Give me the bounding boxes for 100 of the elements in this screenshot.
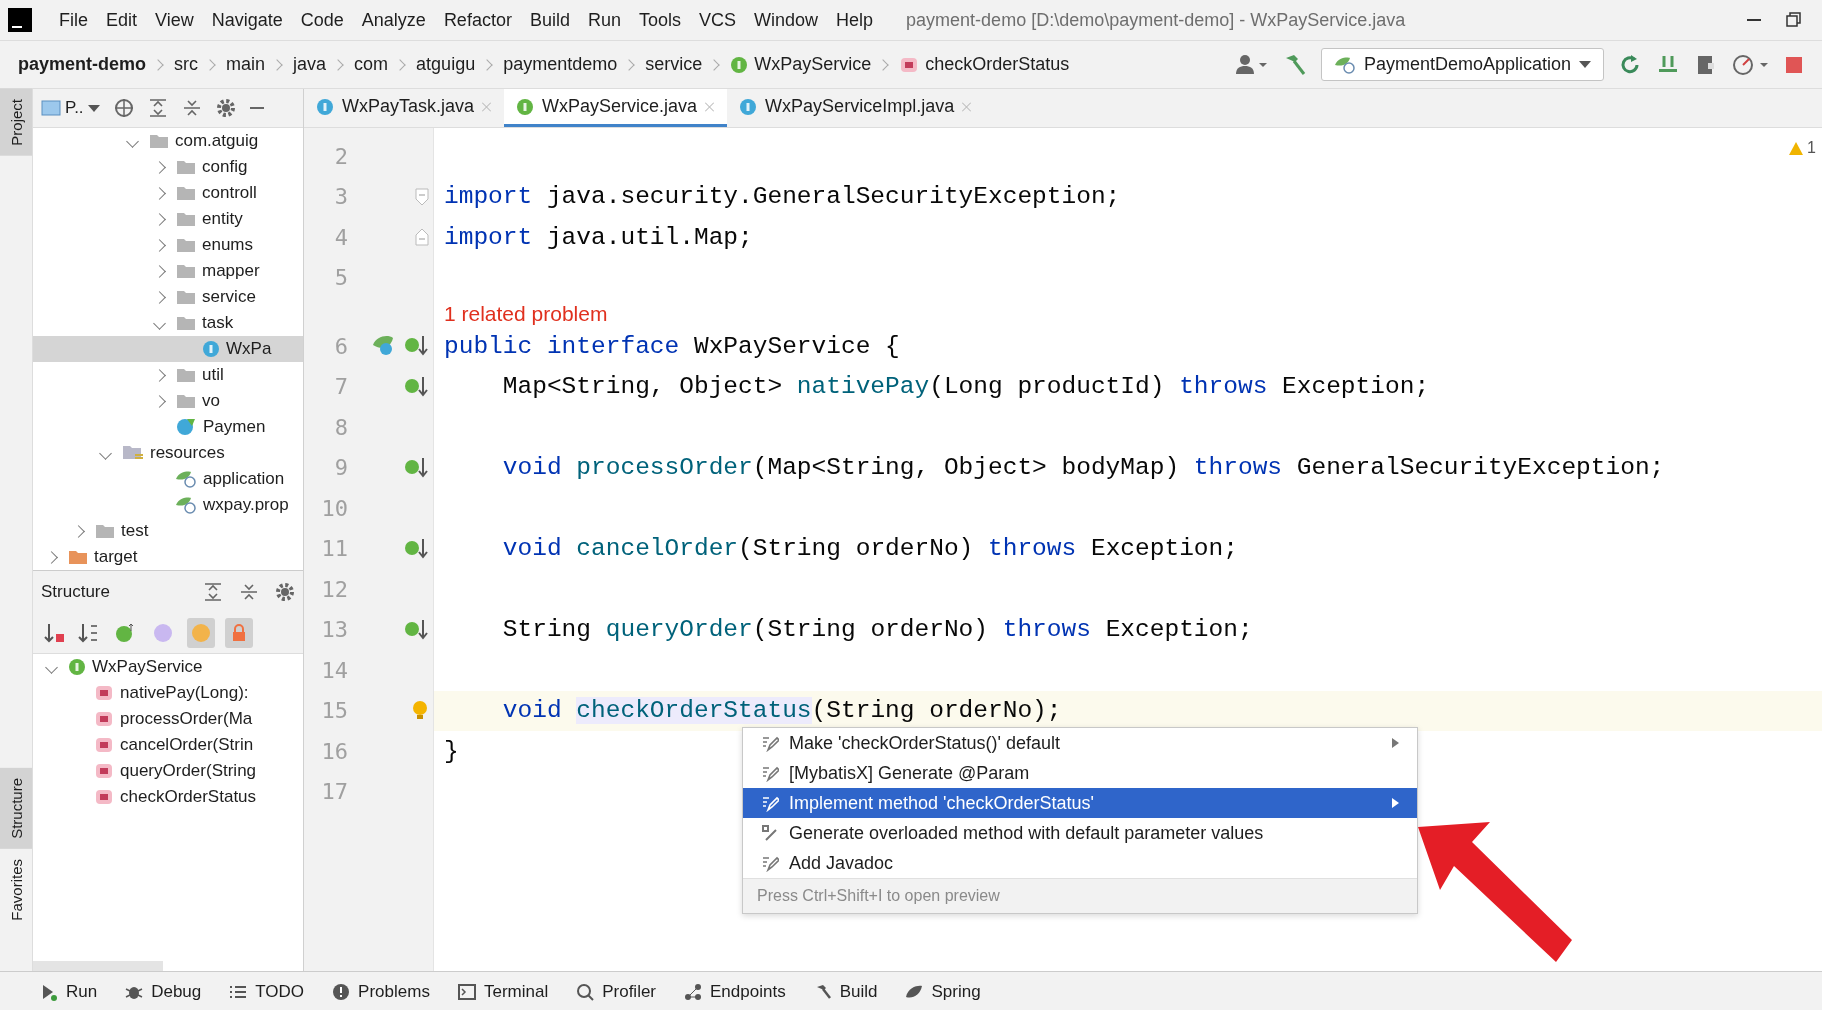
- sort-icon[interactable]: [43, 622, 67, 644]
- filter-toggle[interactable]: [187, 618, 215, 648]
- menu-item[interactable]: Tools: [629, 5, 690, 35]
- tool-window-button[interactable]: Spring: [905, 982, 981, 1002]
- spring-app-icon: [175, 416, 197, 438]
- tree-item[interactable]: controll: [33, 180, 303, 206]
- warning-count[interactable]: 1: [1807, 139, 1816, 157]
- menu-item[interactable]: Navigate: [202, 5, 292, 35]
- menu-item[interactable]: Analyze: [352, 5, 435, 35]
- filter-toggle[interactable]: [225, 618, 253, 648]
- property-icon: [153, 623, 173, 643]
- breadcrumb[interactable]: atguigu: [416, 54, 476, 75]
- tree-item[interactable]: cancelOrder(Strin: [33, 732, 303, 758]
- fold-icon[interactable]: [415, 187, 429, 206]
- tree-item[interactable]: WxPa: [33, 336, 303, 362]
- menu-item[interactable]: Window: [745, 5, 828, 35]
- line-number: 17: [320, 779, 348, 805]
- menu-item[interactable]: Add Javadoc: [743, 848, 1417, 878]
- tree-item[interactable]: application: [33, 466, 303, 492]
- breadcrumb[interactable]: main: [226, 54, 266, 75]
- tree-item[interactable]: WxPayService: [33, 654, 303, 680]
- tree-item[interactable]: queryOrder(String: [33, 758, 303, 784]
- editor-tab[interactable]: WxPayServiceImpl.java: [727, 89, 985, 127]
- menu-item[interactable]: [MybatisX] Generate @Param: [743, 758, 1417, 788]
- menu-item[interactable]: Code: [291, 5, 353, 35]
- folder-icon: [122, 444, 144, 462]
- tool-window-button[interactable]: Debug: [125, 982, 202, 1002]
- tool-window-tab[interactable]: Project: [0, 89, 32, 156]
- tool-window-tab[interactable]: Structure: [0, 768, 32, 850]
- tree-item[interactable]: nativePay(Long):: [33, 680, 303, 706]
- menu-item[interactable]: Run: [578, 5, 630, 35]
- scrollbar[interactable]: [33, 961, 163, 971]
- tree-item[interactable]: processOrder(Ma: [33, 706, 303, 732]
- settings-icon[interactable]: [215, 98, 236, 118]
- code-line: void cancelOrder(String orderNo) throws Exception;: [501, 534, 1238, 565]
- restore-icon[interactable]: [1786, 12, 1802, 28]
- breadcrumb[interactable]: WxPayService: [730, 54, 872, 75]
- tool-window-button[interactable]: Profiler: [576, 982, 657, 1002]
- tree-item[interactable]: vo: [33, 388, 303, 414]
- menu-item[interactable]: Help: [827, 5, 883, 35]
- warning-icon[interactable]: [1788, 140, 1805, 156]
- lightbulb-icon[interactable]: [411, 699, 429, 722]
- tree-item[interactable]: enums: [33, 232, 303, 258]
- menu-item[interactable]: Implement method 'checkOrderStatus': [743, 788, 1417, 818]
- tool-window-button[interactable]: Endpoints: [684, 982, 786, 1002]
- tree-item[interactable]: entity: [33, 206, 303, 232]
- code-line: public interface WxPayService {: [443, 331, 900, 362]
- tree-item[interactable]: service: [33, 284, 303, 310]
- menu-item[interactable]: Edit: [97, 5, 147, 35]
- expand-all-icon[interactable]: [203, 582, 223, 602]
- menu-item[interactable]: File: [50, 5, 97, 35]
- stop-icon[interactable]: [1784, 54, 1804, 75]
- tree-item[interactable]: checkOrderStatus: [33, 784, 303, 810]
- hide-icon[interactable]: [249, 106, 264, 110]
- tool-window-button[interactable]: Build: [813, 982, 878, 1002]
- tree-item[interactable]: wxpay.prop: [33, 492, 303, 518]
- editor-tab[interactable]: WxPayService.java: [504, 89, 728, 127]
- run-icon: [40, 983, 58, 1001]
- tree-item[interactable]: com.atguig: [33, 128, 303, 154]
- breadcrumb[interactable]: src: [174, 54, 199, 75]
- editor-tab[interactable]: WxPayTask.java: [304, 89, 505, 127]
- tree-item[interactable]: resources: [33, 440, 303, 466]
- tool-window-button[interactable]: Terminal: [457, 982, 549, 1002]
- locate-icon[interactable]: [113, 98, 134, 118]
- tree-item[interactable]: util: [33, 362, 303, 388]
- breadcrumb[interactable]: java: [293, 54, 327, 75]
- menu-item[interactable]: VCS: [690, 5, 745, 35]
- inlay-hint[interactable]: 1 related problem: [434, 298, 608, 326]
- settings-icon[interactable]: [275, 582, 295, 602]
- collapse-all-icon[interactable]: [181, 98, 202, 118]
- breadcrumb[interactable]: paymentdemo: [503, 54, 618, 75]
- profile-icon[interactable]: [1732, 52, 1770, 77]
- tree-item[interactable]: target: [33, 544, 303, 570]
- project-view-dropdown[interactable]: P..: [41, 98, 100, 118]
- tree-item[interactable]: config: [33, 154, 303, 180]
- tree-item[interactable]: Paymen: [33, 414, 303, 440]
- breadcrumb[interactable]: com: [354, 54, 389, 75]
- run-configuration-dropdown[interactable]: PaymentDemoApplication: [1320, 48, 1604, 81]
- tool-window-button[interactable]: TODO: [229, 982, 305, 1002]
- menu-item[interactable]: Refactor: [434, 5, 521, 35]
- tool-window-button[interactable]: Run: [40, 982, 98, 1002]
- tree-item[interactable]: test: [33, 518, 303, 544]
- user-icon[interactable]: [1234, 53, 1269, 76]
- code-line: void processOrder(Map<String, Object> bodyMap) throws GeneralSecurityException;: [501, 453, 1665, 484]
- menu-item[interactable]: Generate overloaded method with default parameter values: [743, 818, 1417, 848]
- fold-icon[interactable]: [415, 228, 429, 247]
- menu-item[interactable]: View: [146, 5, 203, 35]
- method-icon: [94, 788, 114, 806]
- expand-all-icon[interactable]: [147, 98, 168, 118]
- collapse-all-icon[interactable]: [239, 582, 259, 602]
- breadcrumb[interactable]: checkOrderStatus: [899, 54, 1070, 75]
- tree-item[interactable]: mapper: [33, 258, 303, 284]
- menu-item[interactable]: Make 'checkOrderStatus()' default: [743, 728, 1417, 758]
- breadcrumb[interactable]: service: [645, 54, 703, 75]
- tree-item[interactable]: task: [33, 310, 303, 336]
- panel-title: Structure: [41, 582, 111, 602]
- tool-window-button[interactable]: Problems: [332, 982, 430, 1002]
- menu-item[interactable]: Build: [520, 5, 579, 35]
- breadcrumb[interactable]: payment-demo: [18, 54, 147, 75]
- tool-window-tab[interactable]: Favorites: [0, 849, 32, 931]
